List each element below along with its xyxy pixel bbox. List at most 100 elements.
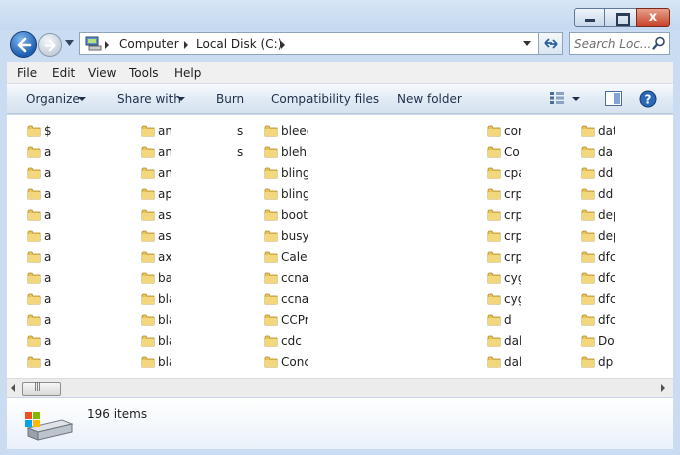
- file-name: a: [44, 166, 52, 180]
- close-icon: x: [648, 10, 658, 25]
- view-options-icon[interactable]: [549, 91, 565, 105]
- folder-icon: [27, 334, 41, 350]
- minimize-button[interactable]: [574, 8, 605, 27]
- label-mask: [521, 115, 571, 378]
- breadcrumb-separator[interactable]: [105, 41, 109, 49]
- file-name: a: [44, 271, 52, 285]
- details-pane: 196 items: [7, 397, 673, 449]
- chevron-down-icon: [78, 97, 86, 101]
- file-name: cdc: [281, 334, 302, 348]
- folder-icon: [581, 313, 595, 329]
- folder-icon: [264, 124, 278, 140]
- file-name: da: [598, 145, 613, 159]
- folder-icon: [141, 334, 155, 350]
- menu-view[interactable]: View: [88, 66, 116, 80]
- file-name: Co: [504, 145, 520, 159]
- file-name: Conc: [281, 355, 311, 369]
- folder-icon: [141, 124, 155, 140]
- menu-tools[interactable]: Tools: [129, 66, 159, 80]
- file-name: Do: [598, 334, 615, 348]
- folder-icon: [581, 292, 595, 308]
- folder-icon: [264, 313, 278, 329]
- file-name: a: [44, 229, 52, 243]
- compatibility-files-button[interactable]: Compatibility files: [271, 92, 379, 106]
- file-name: a: [44, 208, 52, 222]
- window-frame: [0, 449, 680, 455]
- folder-icon: [264, 229, 278, 245]
- file-name: a: [44, 355, 52, 369]
- folder-icon: [581, 334, 595, 350]
- command-bar: Organize Share with Burn Compatibility f…: [7, 84, 673, 114]
- chevron-down-icon[interactable]: [572, 97, 580, 101]
- scroll-right-arrow[interactable]: [661, 384, 665, 392]
- file-name: a: [44, 187, 52, 201]
- folder-icon: [141, 292, 155, 308]
- help-icon[interactable]: ?: [639, 90, 657, 108]
- svg-text:?: ?: [645, 93, 652, 107]
- folder-icon: [27, 271, 41, 287]
- file-name: dfc: [598, 250, 617, 264]
- scroll-thumb[interactable]: [22, 382, 61, 396]
- search-box[interactable]: [569, 32, 670, 55]
- back-button[interactable]: [10, 31, 37, 58]
- item-count: 196 items: [87, 407, 148, 421]
- navigation-bar: Computer Local Disk (C:): [0, 28, 680, 62]
- folder-icon: [487, 292, 501, 308]
- folder-icon: [27, 145, 41, 161]
- new-folder-button[interactable]: New folder: [397, 92, 462, 106]
- folder-icon: [581, 271, 595, 287]
- breadcrumb-local-disk[interactable]: Local Disk (C:): [196, 37, 282, 51]
- share-with-button[interactable]: Share with: [117, 92, 181, 106]
- chevron-down-icon: [177, 97, 185, 101]
- folder-icon: [487, 313, 501, 329]
- address-bar[interactable]: Computer Local Disk (C:): [79, 32, 539, 55]
- refresh-button[interactable]: [538, 32, 563, 55]
- folder-icon: [581, 208, 595, 224]
- burn-button[interactable]: Burn: [216, 92, 244, 106]
- scroll-left-arrow[interactable]: [11, 384, 15, 392]
- file-name: $: [44, 124, 52, 138]
- folder-icon: [581, 250, 595, 266]
- close-button[interactable]: x: [636, 8, 670, 27]
- title-bar: x: [0, 0, 680, 30]
- file-name: as: [158, 208, 172, 222]
- folder-icon: [487, 229, 501, 245]
- arrow-right-icon: [44, 39, 56, 52]
- breadcrumb-separator[interactable]: [184, 41, 188, 49]
- folder-icon: [487, 334, 501, 350]
- breadcrumb-separator[interactable]: [281, 41, 285, 49]
- hard-drive-icon: [25, 412, 74, 441]
- menu-edit[interactable]: Edit: [52, 66, 75, 80]
- menu-bar: File Edit View Tools Help: [7, 62, 673, 84]
- folder-icon: [487, 250, 501, 266]
- address-dropdown-icon[interactable]: [523, 41, 531, 46]
- organize-button[interactable]: Organize: [26, 92, 80, 106]
- file-name: dal: [504, 334, 523, 348]
- stray-char: s: [237, 145, 244, 159]
- folder-icon: [27, 208, 41, 224]
- file-name: a: [44, 313, 52, 327]
- search-input[interactable]: [574, 36, 650, 51]
- refresh-icon: [544, 38, 558, 49]
- folder-icon: [141, 166, 155, 182]
- preview-pane-icon[interactable]: [605, 91, 622, 106]
- menu-help[interactable]: Help: [174, 66, 201, 80]
- file-name: dd: [598, 187, 614, 201]
- file-name: CCPr: [281, 313, 310, 327]
- folder-icon: [141, 208, 155, 224]
- history-dropdown-icon[interactable]: [65, 40, 74, 47]
- folder-icon: [141, 271, 155, 287]
- search-icon[interactable]: [652, 36, 666, 50]
- horizontal-scrollbar[interactable]: [7, 378, 673, 397]
- menu-file[interactable]: File: [17, 66, 37, 80]
- label-mask: [171, 115, 237, 378]
- file-list[interactable]: $ a a a a a a a a a a a an an an ap as as ax ba bla bla bla bl…: [7, 115, 673, 378]
- file-name: bling: [281, 187, 311, 201]
- breadcrumb-computer[interactable]: Computer: [119, 37, 179, 51]
- maximize-button[interactable]: [604, 8, 637, 27]
- folder-icon: [141, 313, 155, 329]
- folder-icon: [141, 250, 155, 266]
- file-name: dfc: [598, 313, 617, 327]
- folder-icon: [141, 355, 155, 371]
- forward-button[interactable]: [38, 33, 62, 57]
